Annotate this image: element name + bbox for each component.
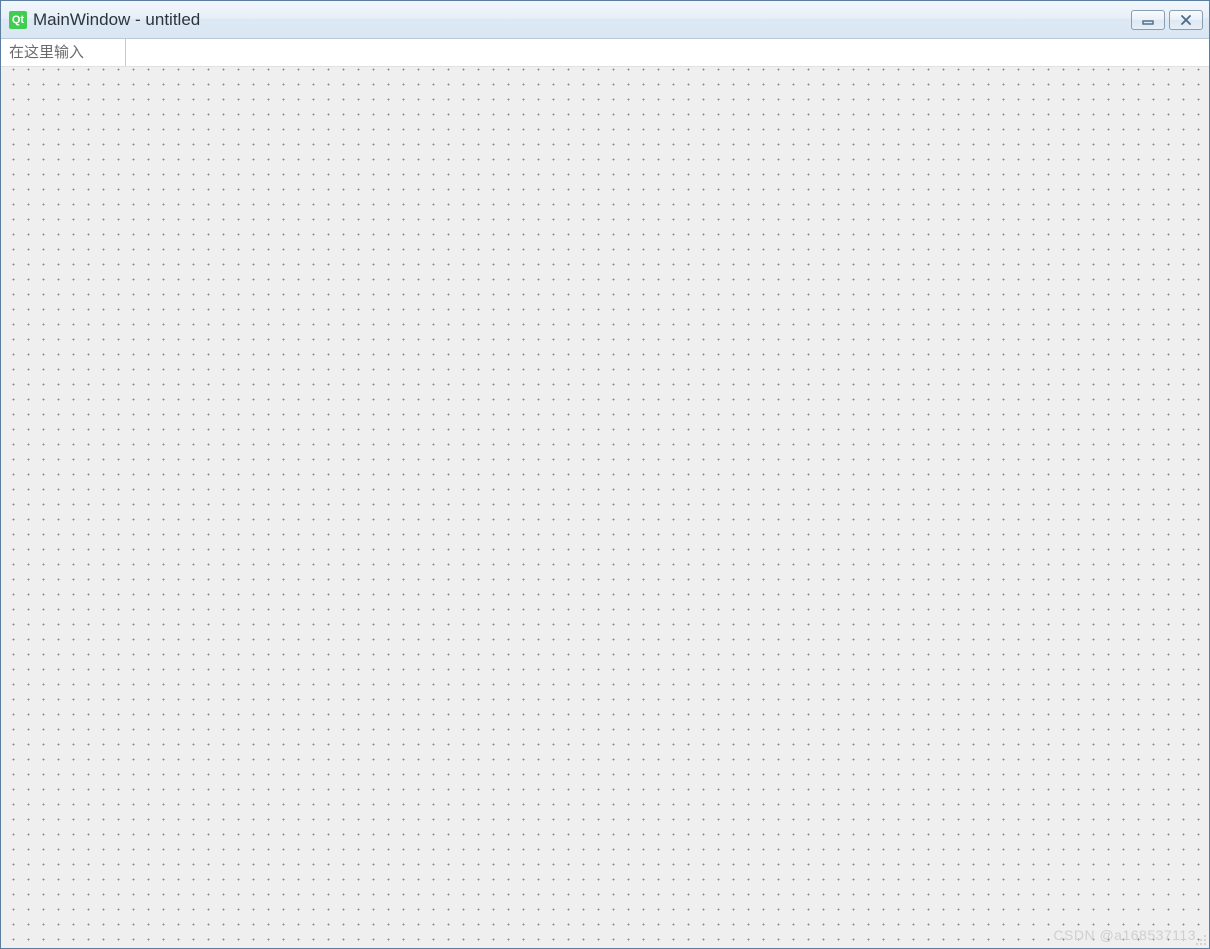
window-controls	[1131, 10, 1203, 30]
qt-icon-label: Qt	[12, 14, 24, 26]
menubar	[1, 39, 1209, 67]
form-designer-canvas[interactable]	[1, 67, 1209, 948]
titlebar[interactable]: Qt MainWindow - untitled	[1, 1, 1209, 39]
qt-app-icon: Qt	[9, 11, 27, 29]
close-button[interactable]	[1169, 10, 1203, 30]
minimize-icon	[1141, 14, 1155, 26]
resize-grip-icon	[1193, 932, 1207, 946]
main-window: Qt MainWindow - untitled	[0, 0, 1210, 949]
window-title: MainWindow - untitled	[33, 10, 1131, 30]
resize-grip[interactable]	[1193, 932, 1207, 946]
menu-type-here-input[interactable]	[1, 39, 126, 66]
close-icon	[1179, 14, 1193, 26]
minimize-button[interactable]	[1131, 10, 1165, 30]
